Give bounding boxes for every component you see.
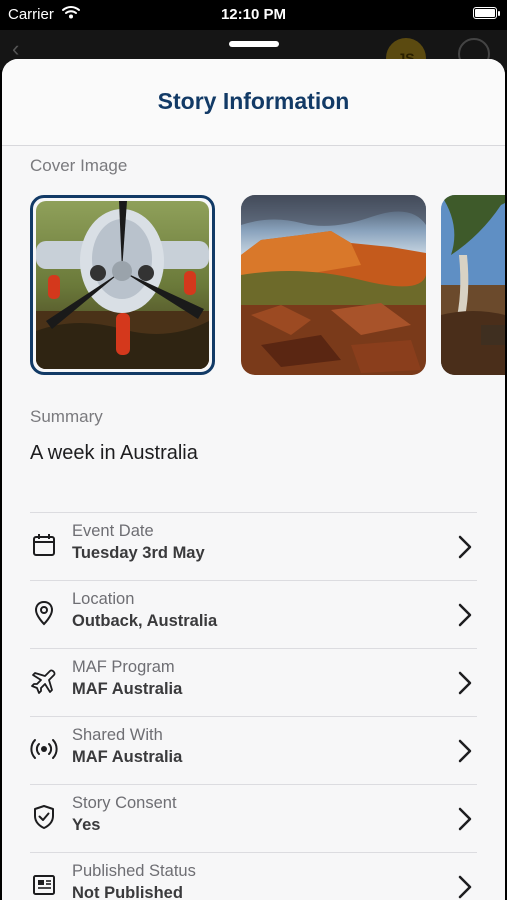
story-consent-value: Yes [72,816,101,834]
location-pin-icon [30,599,58,627]
event-date-label: Event Date [72,522,154,540]
cover-image-carousel[interactable] [30,195,505,375]
story-information-sheet: Story Information Cover Image Summary A … [2,59,505,900]
chevron-right-icon [457,533,473,561]
chevron-right-icon [457,873,473,900]
battery-icon [473,7,500,19]
summary-label: Summary [30,407,103,426]
broadcast-icon [30,735,58,763]
event-date-value: Tuesday 3rd May [72,544,205,562]
chevron-right-icon [457,669,473,697]
maf-program-label: MAF Program [72,658,175,676]
published-status-label: Published Status [72,862,196,880]
published-status-row[interactable]: Published Status Not Published [30,852,477,900]
sheet-grabber-handle[interactable] [229,41,279,47]
maf-program-row[interactable]: MAF Program MAF Australia [30,648,477,716]
chevron-right-icon [457,737,473,765]
summary-value[interactable]: A week in Australia [30,442,198,465]
airplane-icon [30,667,58,695]
location-value: Outback, Australia [72,612,218,630]
cover-river-gum[interactable] [441,195,505,375]
sheet-title: Story Information [157,88,350,114]
status-bar: Carrier 12:10 PM [0,0,507,30]
published-status-value: Not Published [72,884,183,900]
chevron-right-icon [457,805,473,833]
status-time: 12:10 PM [220,6,287,23]
chevron-right-icon [457,601,473,629]
story-consent-label: Story Consent [72,794,177,812]
shared-with-label: Shared With [72,726,163,744]
cover-plane[interactable] [30,195,215,375]
shared-with-row[interactable]: Shared With MAF Australia [30,716,477,784]
story-consent-row[interactable]: Story Consent Yes [30,784,477,852]
shield-check-icon [30,803,58,831]
cover-outback-cliff[interactable] [241,195,426,375]
shared-with-value: MAF Australia [72,748,183,766]
story-details-list: Event Date Tuesday 3rd May Location Outb… [30,512,477,900]
location-label: Location [72,590,135,608]
location-row[interactable]: Location Outback, Australia [30,580,477,648]
sheet-header: Story Information [2,59,505,146]
maf-program-value: MAF Australia [72,680,183,698]
calendar-icon [30,531,58,559]
cover-image-label: Cover Image [30,156,128,175]
event-date-row[interactable]: Event Date Tuesday 3rd May [30,512,477,580]
newspaper-icon [30,871,58,899]
